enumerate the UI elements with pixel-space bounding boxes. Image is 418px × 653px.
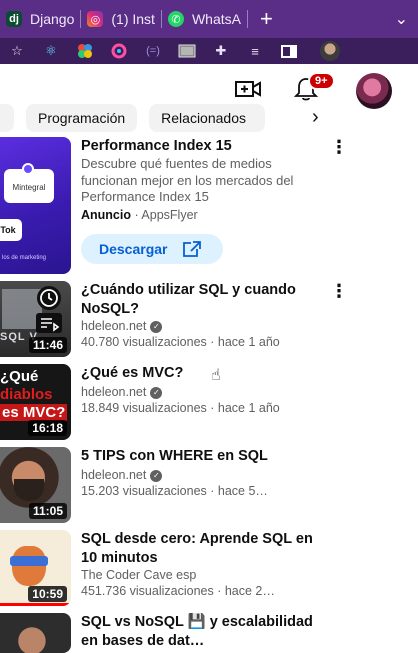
view-count: 451.736 visualizaciones: [81, 584, 214, 598]
verified-icon: ✓: [150, 386, 163, 399]
star-icon[interactable]: ☆: [6, 43, 28, 59]
channel-name: hdeleon.net: [81, 385, 147, 399]
create-video-icon[interactable]: [234, 78, 262, 100]
thumb-character-glasses: [10, 556, 48, 566]
video-duration: 16:18: [28, 420, 67, 436]
video-item[interactable]: SQL V 11:46 ¿Cuándo utilizar SQL y cuand…: [0, 281, 418, 359]
video-thumbnail[interactable]: SQL V 11:46: [0, 281, 71, 357]
video-duration: 10:59: [28, 586, 67, 602]
upload-age: · hace 5…: [210, 484, 268, 498]
video-channel[interactable]: The Coder Cave esp: [81, 567, 196, 583]
browser-toolbar: ☆ ⚛ (=) ✚ ≡: [0, 38, 418, 64]
verified-icon: ✓: [150, 469, 163, 482]
django-icon: dj: [6, 11, 22, 27]
ad-thumb-footer: los de marketing: [2, 255, 47, 261]
channel-name: hdeleon.net: [81, 319, 147, 333]
ad-item[interactable]: Mintegral Tok los de marketing Performan…: [0, 137, 418, 277]
video-thumbnail[interactable]: [0, 613, 71, 653]
react-icon[interactable]: ⚛: [40, 43, 62, 59]
upload-age: · hace 2…: [217, 584, 275, 598]
extension-color-icon[interactable]: [74, 43, 96, 59]
upload-age: · hace 1 año: [210, 335, 280, 349]
video-thumbnail[interactable]: 10:59: [0, 530, 71, 606]
video-stats: 18.849 visualizaciones · hace 1 año: [81, 400, 280, 416]
tab-django[interactable]: dj Django: [0, 0, 80, 38]
code-icon[interactable]: (=): [142, 43, 164, 59]
new-tab-button[interactable]: +: [248, 6, 285, 32]
notification-badge: 9+: [308, 72, 335, 90]
tab-whatsapp-label: WhatsA: [191, 11, 241, 27]
video-channel[interactable]: hdeleon.net ✓: [81, 318, 163, 334]
thumb-line-1: ¿Qué: [0, 368, 39, 385]
video-thumbnail[interactable]: 11:05: [0, 447, 71, 523]
chip-relacionados[interactable]: Relacionados: [149, 104, 266, 132]
tab-search-button[interactable]: ⌄: [395, 9, 418, 29]
video-item[interactable]: ¿Qué diablos es MVC? 16:18 ¿Qué es MVC? …: [0, 364, 418, 442]
add-to-queue-icon: [36, 313, 62, 333]
tab-instagram[interactable]: ◎ (1) Inst: [81, 0, 161, 38]
ad-thumb-card-2: Tok: [0, 219, 22, 241]
tab-instagram-label: (1) Inst: [111, 11, 155, 27]
thumb-line-2: diablos: [0, 386, 53, 403]
download-button[interactable]: Descargar: [81, 234, 223, 264]
chip-previous[interactable]: [0, 104, 14, 132]
browser-tab-strip: dj Django ◎ (1) Inst ✆ WhatsA + ⌄: [0, 0, 418, 38]
video-stats: 15.203 visualizaciones · hace 5…: [81, 483, 268, 499]
chevron-right-icon[interactable]: ›: [312, 106, 319, 129]
extension-ring-icon[interactable]: [108, 43, 130, 59]
video-duration: 11:46: [28, 337, 67, 353]
thumb-character-head: [12, 546, 46, 586]
video-title[interactable]: SQL desde cero: Aprende SQL en 10 minuto…: [81, 530, 321, 568]
ad-description: Descubre qué fuentes de medios funcionan…: [81, 156, 294, 204]
ad-title[interactable]: Performance Index 15: [81, 137, 321, 156]
video-title[interactable]: 5 TIPS con WHERE en SQL: [81, 447, 321, 466]
video-channel[interactable]: hdeleon.net ✓: [81, 384, 163, 400]
video-stats: 451.736 visualizaciones · hace 2…: [81, 583, 275, 599]
video-title[interactable]: ¿Qué es MVC?: [81, 364, 321, 383]
upload-age: · hace 1 año: [210, 401, 280, 415]
video-item[interactable]: 11:05 5 TIPS con WHERE en SQL hdeleon.ne…: [0, 447, 418, 525]
profile-avatar[interactable]: [320, 41, 340, 61]
more-options-icon[interactable]: ⋮: [330, 281, 348, 302]
ad-thumb-logo: [22, 163, 34, 175]
video-thumbnail[interactable]: ¿Qué diablos es MVC? 16:18: [0, 364, 71, 440]
tab-whatsapp[interactable]: ✆ WhatsA: [162, 0, 247, 38]
ad-label: Anuncio: [81, 208, 131, 222]
video-title[interactable]: ¿Cuándo utilizar SQL y cuando NoSQL?: [81, 281, 321, 319]
ad-thumbnail[interactable]: Mintegral Tok los de marketing: [0, 137, 71, 274]
video-duration: 11:05: [28, 503, 67, 519]
hand-cursor-icon: ☝: [211, 367, 221, 384]
video-item[interactable]: SQL vs NoSQL 💾 y escalabilidad en bases …: [0, 613, 418, 653]
instagram-icon: ◎: [87, 11, 104, 27]
verified-icon: ✓: [150, 320, 163, 333]
external-link-icon: [182, 241, 201, 257]
video-stats: 40.780 visualizaciones · hace 1 año: [81, 334, 280, 350]
puzzle-icon[interactable]: ✚: [210, 43, 232, 59]
chip-bar: Programación Relacionados ›: [0, 104, 418, 132]
channel-name: hdeleon.net: [81, 468, 147, 482]
video-channel[interactable]: hdeleon.net ✓: [81, 467, 163, 483]
playlist-icon[interactable]: ≡: [244, 43, 266, 59]
more-options-icon[interactable]: ⋮: [330, 137, 348, 158]
thumb-line-3: es MVC?: [0, 404, 68, 421]
download-button-label: Descargar: [99, 241, 168, 257]
ad-advertiser: · AppsFlyer: [134, 208, 198, 222]
ad-sponsor-line: Anuncio · AppsFlyer: [81, 208, 198, 222]
tab-django-label: Django: [30, 11, 75, 27]
thumb-progress-bar: [0, 603, 71, 606]
image-icon[interactable]: [176, 43, 198, 59]
chip-programacion[interactable]: Programación: [26, 104, 138, 132]
view-count: 18.849 visualizaciones: [81, 401, 207, 415]
clock-icon: [37, 286, 61, 310]
view-count: 15.203 visualizaciones: [81, 484, 207, 498]
view-count: 40.780 visualizaciones: [81, 335, 207, 349]
channel-name: The Coder Cave esp: [81, 568, 197, 582]
thumb-face-beard: [14, 479, 44, 501]
sidebar-icon[interactable]: [278, 43, 300, 59]
video-title[interactable]: SQL vs NoSQL 💾 y escalabilidad en bases …: [81, 613, 321, 651]
whatsapp-icon: ✆: [167, 11, 184, 27]
video-item[interactable]: 10:59 SQL desde cero: Aprende SQL en 10 …: [0, 530, 418, 608]
